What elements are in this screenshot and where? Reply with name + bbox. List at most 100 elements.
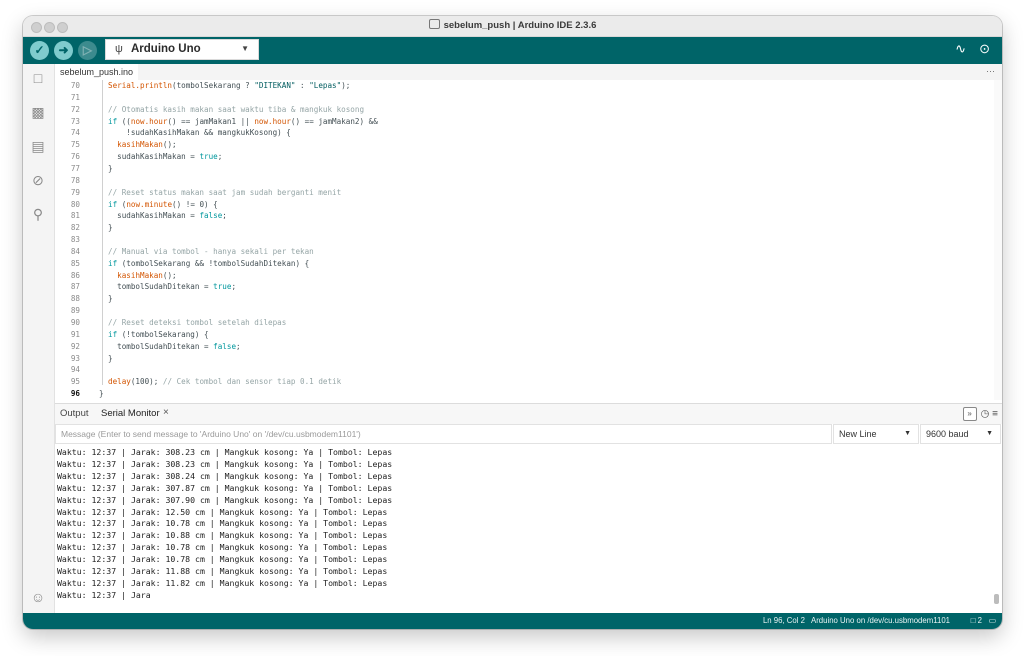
code-line[interactable]: 84 // Manual via tombol - hanya sekali pe… (55, 246, 1002, 258)
code-text: } (108, 353, 113, 363)
code-text: if (now.minute() != 0) { (108, 199, 218, 209)
code-text: kasihMakan(); (117, 140, 177, 150)
board-selector[interactable]: ψ Arduino Uno ▼ (105, 39, 259, 60)
code-line[interactable]: 81 sudahKasihMakan = false; (55, 210, 1002, 222)
code-line[interactable]: 78 (55, 175, 1002, 187)
folder-icon[interactable]: □ (30, 70, 46, 86)
code-line[interactable]: 91 if (!tombolSekarang) { (55, 329, 1002, 341)
code-text: } (108, 223, 113, 233)
serial-message-input[interactable]: Message (Enter to send message to 'Ardui… (55, 424, 832, 444)
code-line[interactable]: 86 kasihMakan(); (55, 270, 1002, 282)
code-line[interactable]: 93} (55, 353, 1002, 365)
serial-output-line: Waktu: 12:37 | Jarak: 10.78 cm | Mangkuk… (57, 554, 388, 565)
serial-output-line: Waktu: 12:37 | Jarak: 307.90 cm | Mangku… (57, 494, 393, 505)
tab-output[interactable]: Output (60, 408, 89, 419)
line-number: 90 (70, 318, 80, 327)
timestamp-icon[interactable]: ◷ (981, 409, 990, 420)
baud-rate-select[interactable]: 9600 baud ▼ (920, 424, 1001, 444)
autoscroll-icon[interactable]: » (962, 407, 977, 421)
debug-button[interactable]: ▷ (78, 41, 97, 60)
code-line[interactable]: 90 // Reset deteksi tombol setelah dilepa… (55, 317, 1002, 329)
ide-window: sebelum_push | Arduino IDE 2.3.6 ✓ ➜ ▷ ψ… (23, 16, 1002, 629)
code-line[interactable]: 92 tombolSudahDitekan = false; (55, 341, 1002, 353)
clear-output-icon[interactable]: ≡ (992, 409, 998, 420)
code-text: if (!tombolSekarang) { (108, 329, 209, 339)
tab-serial-monitor[interactable]: Serial Monitor (101, 408, 160, 419)
account-icon[interactable]: ☺ (30, 589, 46, 605)
serial-scrollbar[interactable] (994, 594, 999, 604)
line-number: 84 (70, 246, 80, 256)
serial-output-line: Waktu: 12:37 | Jara (57, 589, 151, 600)
serial-output-line: Waktu: 12:37 | Jarak: 12.50 cm | Mangkuk… (57, 506, 388, 517)
code-line[interactable]: 75 kasihMakan(); (55, 139, 1002, 151)
code-line[interactable]: 94 (55, 364, 1002, 376)
line-number: 81 (70, 211, 80, 221)
code-line[interactable]: 70 Serial.println(tombolSekarang ? "DITEK… (55, 80, 1002, 92)
serial-monitor-icon[interactable]: ⊙ (979, 41, 990, 57)
upload-button[interactable]: ➜ (54, 41, 73, 60)
code-line[interactable]: 96} (55, 388, 1002, 400)
code-line[interactable]: 79 // Reset status makan saat jam sudah b… (55, 187, 1002, 199)
code-editor[interactable]: 70 Serial.println(tombolSekarang ? "DITEK… (55, 80, 1002, 400)
code-text: // Otomatis kasih makan saat waktu tiba … (108, 104, 365, 114)
code-line[interactable]: 72 // Otomatis kasih makan saat waktu tib… (55, 104, 1002, 116)
code-line[interactable]: 76 sudahKasihMakan = true; (55, 151, 1002, 163)
cursor-position[interactable]: Ln 96, Col 2 (763, 613, 805, 629)
code-line[interactable]: 85 if (tombolSekarang && !tombolSudahDite… (55, 258, 1002, 270)
serial-output[interactable]: Waktu: 12:37 | Jarak: 308.23 cm | Mangku… (55, 444, 1002, 619)
line-number: 83 (70, 235, 80, 245)
code-line[interactable]: 74 !sudahKasihMakan && mangkukKosong) { (55, 127, 1002, 139)
status-bar: Ln 96, Col 2 Arduino Uno on /dev/cu.usbm… (23, 613, 1002, 629)
line-number: 91 (70, 329, 80, 339)
code-line[interactable]: 80 if (now.minute() != 0) { (55, 199, 1002, 211)
activity-sidebar: □ ▩ ▤ ⊘ ⚲ ☺ (23, 64, 55, 619)
editor-scrollbar[interactable] (994, 80, 1002, 400)
serial-output-line: Waktu: 12:37 | Jarak: 10.78 cm | Mangkuk… (57, 542, 388, 553)
toggle-panel-icon[interactable]: ▭ (989, 613, 996, 629)
serial-output-line: Waktu: 12:37 | Jarak: 308.23 cm | Mangku… (57, 458, 393, 469)
debug-sidebar-icon[interactable]: ⊘ (30, 172, 46, 188)
code-text: sudahKasihMakan = true; (108, 152, 223, 162)
line-number: 93 (70, 353, 80, 363)
arrow-right-icon: ➜ (58, 43, 69, 57)
code-line[interactable]: 71 (55, 92, 1002, 104)
code-line[interactable]: 82} (55, 222, 1002, 234)
tab-sketch-file[interactable]: sebelum_push.ino (55, 64, 139, 80)
serial-output-line: Waktu: 12:37 | Jarak: 308.23 cm | Mangku… (57, 447, 393, 457)
code-line[interactable]: 73 if ((now.hour() == jamMakan1 || now.ho… (55, 116, 1002, 128)
verify-button[interactable]: ✓ (30, 41, 49, 60)
code-line[interactable]: 89 (55, 305, 1002, 317)
code-line[interactable]: 77} (55, 163, 1002, 175)
code-text: } (108, 294, 113, 304)
board-manager-icon[interactable]: ▩ (30, 104, 46, 120)
code-line[interactable]: 88} (55, 293, 1002, 305)
serial-plotter-icon[interactable]: ∿ (955, 41, 966, 57)
notifications-status[interactable]: □ 2 (971, 613, 982, 629)
board-port-status[interactable]: Arduino Uno on /dev/cu.usbmodem1101 (811, 613, 950, 629)
more-options-icon[interactable]: ··· (986, 66, 995, 76)
bell-icon: □ (970, 616, 976, 625)
code-line[interactable]: 87 tombolSudahDitekan = true; (55, 281, 1002, 293)
baud-rate-value: 9600 baud (926, 429, 969, 439)
line-ending-select[interactable]: New Line ▼ (833, 424, 919, 444)
code-text: } (108, 163, 113, 173)
code-text: kasihMakan(); (117, 270, 177, 280)
code-text: tombolSudahDitekan = false; (108, 341, 241, 351)
line-number: 92 (70, 341, 80, 351)
usb-icon: ψ (115, 43, 123, 55)
serial-output-line: Waktu: 12:37 | Jarak: 308.24 cm | Mangku… (57, 470, 393, 481)
code-line[interactable]: 95 delay(100); // Cek tombol dan sensor t… (55, 376, 1002, 388)
debug-icon: ▷ (82, 43, 93, 57)
line-number: 75 (70, 140, 80, 150)
line-number: 76 (70, 152, 80, 162)
line-number: 78 (70, 175, 80, 185)
chevron-down-icon: ▼ (986, 430, 993, 437)
code-text: // Reset deteksi tombol setelah dilepas (108, 318, 287, 327)
search-icon[interactable]: ⚲ (30, 206, 46, 222)
serial-output-line: Waktu: 12:37 | Jarak: 10.78 cm | Mangkuk… (57, 518, 388, 529)
code-line[interactable]: 83 (55, 234, 1002, 246)
main-toolbar: ✓ ➜ ▷ ψ Arduino Uno ▼ ∿ ⊙ (23, 37, 1002, 64)
line-number: 73 (70, 116, 80, 126)
library-icon[interactable]: ▤ (30, 138, 46, 154)
close-tab-icon[interactable]: × (163, 407, 169, 418)
